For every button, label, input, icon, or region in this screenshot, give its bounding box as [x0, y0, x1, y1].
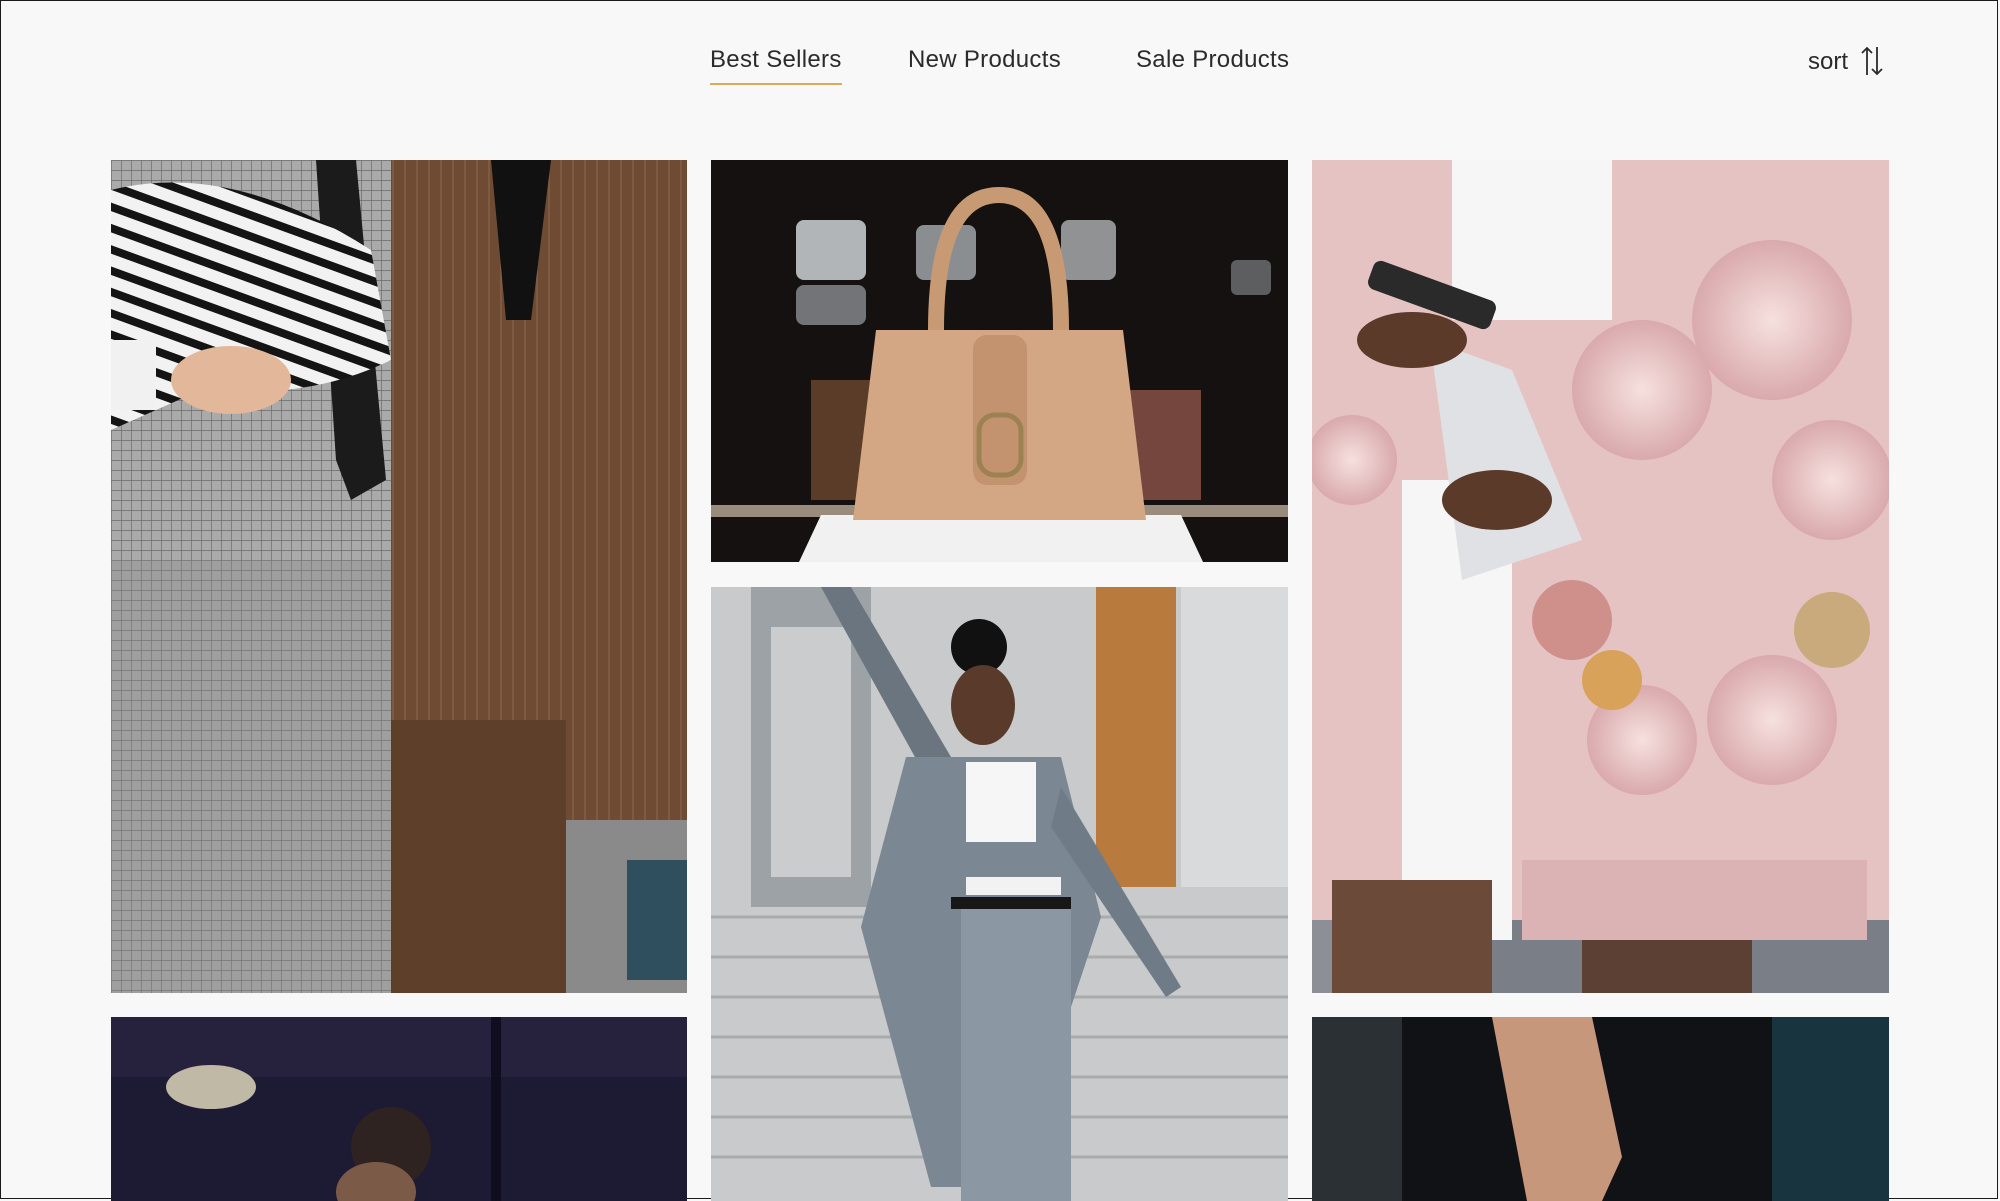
sort-arrows-icon	[1861, 46, 1883, 76]
tab-sale-products[interactable]: Sale Products	[1136, 46, 1289, 83]
product-image-suits[interactable]	[111, 160, 687, 993]
product-image-grey-suit[interactable]	[711, 587, 1288, 1201]
tab-best-sellers[interactable]: Best Sellers	[710, 46, 842, 85]
category-tabs: Best Sellers New Products Sale Products	[0, 46, 2000, 86]
product-image-man-dark[interactable]	[111, 1017, 687, 1201]
sort-label: sort	[1808, 48, 1849, 75]
tab-new-products[interactable]: New Products	[908, 46, 1061, 83]
sort-button[interactable]: sort	[1808, 46, 1884, 82]
product-image-pink-coat[interactable]	[1312, 160, 1889, 993]
product-image-handbag[interactable]	[711, 160, 1288, 562]
product-image-arm-black[interactable]	[1312, 1017, 1889, 1201]
